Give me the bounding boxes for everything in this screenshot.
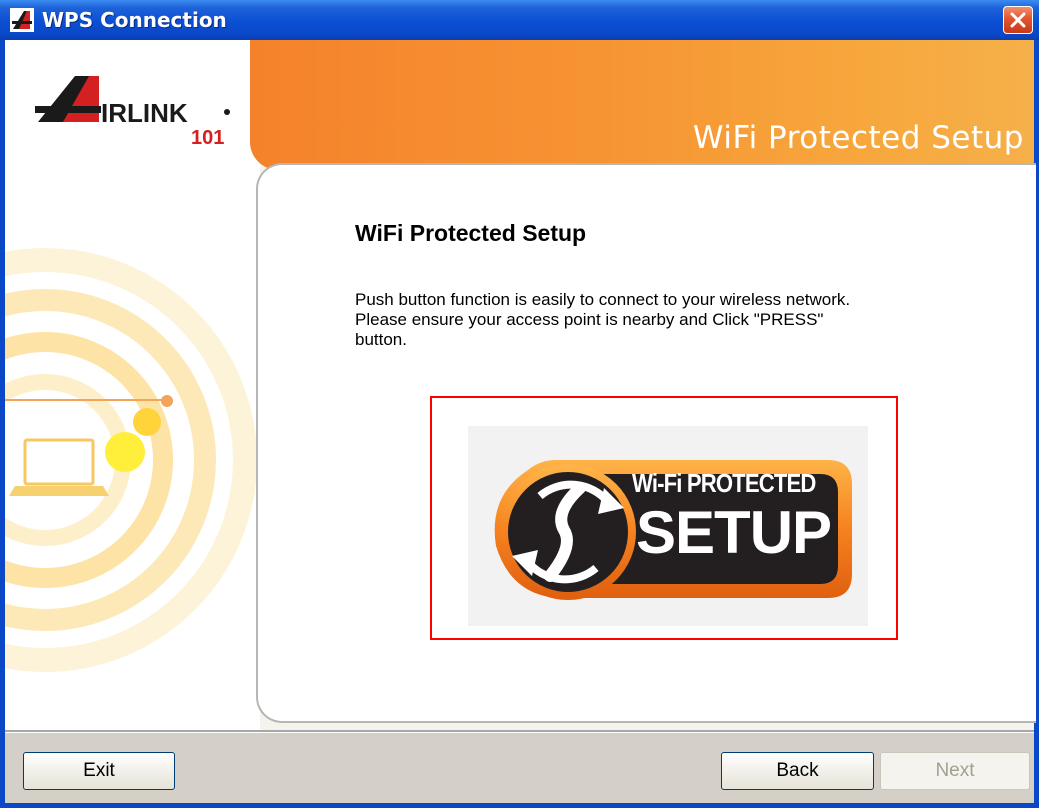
instructions-line: button. bbox=[355, 330, 407, 349]
page-heading: WiFi Protected Setup bbox=[355, 220, 587, 246]
wps-logo-line2: SETUP bbox=[636, 499, 832, 566]
left-decoration-panel: IRLINK 101 bbox=[5, 40, 260, 730]
back-button[interactable]: Back bbox=[721, 752, 874, 790]
instructions-line: Push button function is easily to connec… bbox=[355, 290, 851, 309]
banner-title: WiFi Protected Setup bbox=[692, 120, 1024, 156]
exit-button[interactable]: Exit bbox=[23, 752, 175, 790]
header-banner: WiFi Protected Setup bbox=[250, 40, 1034, 170]
wps-connection-window: WPS Connection IRLINK 101 WiFi Protected… bbox=[0, 0, 1039, 808]
wps-press-button[interactable]: Wi-Fi PROTECTED SETUP bbox=[430, 396, 898, 640]
airlink-app-icon bbox=[10, 8, 34, 32]
wireless-laptop-illustration bbox=[5, 248, 257, 672]
instructions-text: Push button function is easily to connec… bbox=[355, 290, 1005, 350]
window-frame-bottom bbox=[0, 803, 1039, 808]
close-icon bbox=[1010, 12, 1026, 28]
instructions-line: Please ensure your access point is nearb… bbox=[355, 310, 824, 329]
close-button[interactable] bbox=[1003, 6, 1033, 34]
next-button[interactable]: Next bbox=[880, 752, 1030, 790]
button-bar-separator bbox=[5, 730, 1034, 733]
window-title: WPS Connection bbox=[42, 8, 227, 32]
wps-logo-line1: Wi-Fi PROTECTED bbox=[632, 468, 816, 498]
title-bar[interactable]: WPS Connection bbox=[0, 0, 1039, 40]
